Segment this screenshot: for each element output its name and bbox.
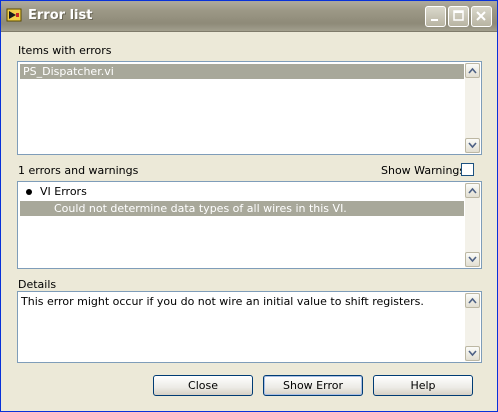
chevron-down-icon — [468, 142, 477, 149]
show-warnings-checkbox[interactable] — [461, 163, 474, 176]
close-window-button[interactable] — [471, 6, 492, 27]
chevron-up-icon — [468, 187, 477, 194]
error-group-label: VI Errors — [40, 185, 87, 198]
error-group-row[interactable]: VI Errors — [26, 185, 87, 199]
items-with-errors-list[interactable]: PS_Dispatcher.vi — [17, 61, 482, 155]
window-title: Error list — [28, 8, 93, 23]
errors-scrollbar[interactable] — [465, 183, 480, 267]
error-message: Could not determine data types of all wi… — [54, 202, 347, 215]
chevron-down-icon — [468, 350, 477, 357]
minimize-button[interactable] — [425, 6, 446, 27]
show-error-button[interactable]: Show Error — [263, 375, 363, 396]
close-icon — [476, 11, 486, 21]
labview-app-icon — [6, 8, 22, 22]
details-scrollbar[interactable] — [465, 293, 480, 361]
errors-count-label: 1 errors and warnings — [18, 164, 139, 177]
chevron-up-icon — [468, 297, 477, 304]
error-list-window: Error list Items with errors PS_Dispatch… — [0, 0, 498, 412]
details-label: Details — [18, 278, 57, 291]
details-text: This error might occur if you do not wir… — [21, 295, 424, 308]
items-scrollbar[interactable] — [465, 63, 480, 153]
title-bar[interactable]: Error list — [1, 1, 497, 32]
close-button[interactable]: Close — [153, 375, 253, 396]
scroll-down-button[interactable] — [465, 346, 480, 361]
minimize-icon — [431, 19, 438, 21]
help-button[interactable]: Help — [373, 375, 473, 396]
error-message-row[interactable]: Could not determine data types of all wi… — [20, 201, 464, 216]
chevron-up-icon — [468, 67, 477, 74]
show-warnings-label[interactable]: Show Warnings — [381, 164, 465, 177]
scroll-down-button[interactable] — [465, 252, 480, 267]
errors-list[interactable]: VI Errors Could not determine data types… — [17, 181, 482, 269]
maximize-button[interactable] — [448, 6, 469, 27]
scroll-down-button[interactable] — [465, 138, 480, 153]
chevron-down-icon — [468, 256, 477, 263]
scroll-up-button[interactable] — [465, 183, 480, 198]
items-with-errors-label: Items with errors — [18, 44, 112, 57]
details-box[interactable]: This error might occur if you do not wir… — [17, 291, 482, 363]
item-name: PS_Dispatcher.vi — [23, 65, 114, 78]
scroll-up-button[interactable] — [465, 293, 480, 308]
list-item[interactable]: PS_Dispatcher.vi — [20, 64, 464, 79]
bullet-icon — [26, 189, 32, 195]
maximize-icon — [453, 10, 464, 21]
scroll-up-button[interactable] — [465, 63, 480, 78]
